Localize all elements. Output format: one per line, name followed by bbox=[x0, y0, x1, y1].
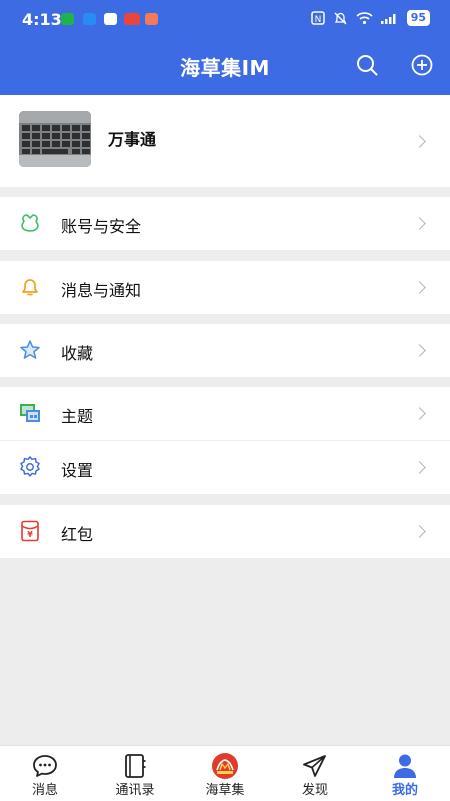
tab-messages[interactable]: 消息 bbox=[0, 746, 90, 801]
app-notification-icon bbox=[124, 13, 140, 25]
tab-me[interactable]: 我的 bbox=[360, 746, 450, 801]
chevron-right-icon bbox=[413, 135, 426, 148]
gear-icon bbox=[20, 456, 40, 477]
tab-label: 通讯录 bbox=[115, 783, 155, 798]
contacts-book-icon bbox=[125, 754, 146, 778]
shield-icon bbox=[21, 214, 39, 232]
theme-icon bbox=[20, 404, 40, 422]
mute-bell-icon bbox=[334, 12, 347, 24]
menu-label: 收藏 bbox=[61, 344, 94, 363]
menu-item-account-security[interactable]: 账号与安全 bbox=[0, 197, 450, 250]
status-bar: 4:13 N 95 bbox=[0, 0, 450, 40]
star-icon bbox=[20, 340, 40, 359]
profile-name: 万事通 bbox=[108, 130, 157, 149]
app-notification-icon bbox=[83, 13, 96, 25]
chevron-right-icon bbox=[413, 525, 426, 538]
svg-text:N: N bbox=[314, 15, 321, 25]
tab-discover[interactable]: 发现 bbox=[270, 746, 360, 801]
menu-label: 主题 bbox=[61, 407, 94, 426]
chevron-right-icon bbox=[413, 344, 426, 357]
red-packet-icon: ¥ bbox=[21, 520, 39, 542]
svg-text:¥: ¥ bbox=[27, 530, 33, 539]
chevron-right-icon bbox=[413, 217, 426, 230]
menu-item-settings[interactable]: 设置 bbox=[0, 441, 450, 494]
chat-bubble-icon bbox=[33, 755, 57, 777]
tab-label: 消息 bbox=[31, 783, 58, 798]
app-notification-icon bbox=[104, 13, 117, 25]
chevron-right-icon bbox=[413, 407, 426, 420]
tab-label: 我的 bbox=[391, 783, 418, 798]
tab-contacts[interactable]: 通讯录 bbox=[90, 746, 180, 801]
page-title: 海草集IM bbox=[180, 56, 270, 80]
signal-icon bbox=[380, 14, 396, 24]
person-icon bbox=[394, 754, 416, 778]
paper-plane-icon bbox=[303, 755, 326, 777]
tab-label: 发现 bbox=[301, 783, 328, 798]
bell-icon bbox=[22, 279, 38, 296]
wechat-notification-icon bbox=[61, 13, 74, 25]
menu-item-red-packet[interactable]: ¥ 红包 bbox=[0, 505, 450, 558]
chevron-right-icon bbox=[413, 281, 426, 294]
search-icon[interactable] bbox=[355, 53, 379, 77]
wifi-icon bbox=[356, 12, 373, 25]
nfc-icon: N bbox=[310, 11, 325, 25]
avatar bbox=[19, 111, 91, 167]
status-time: 4:13 bbox=[22, 10, 62, 29]
tab-label: 海草集 bbox=[205, 783, 245, 798]
menu-label: 消息与通知 bbox=[61, 281, 142, 300]
plus-circle-icon[interactable] bbox=[410, 53, 434, 77]
message-notification-icon bbox=[145, 13, 158, 25]
menu-label: 账号与安全 bbox=[61, 217, 142, 236]
tab-haicaoji[interactable]: 海草集 bbox=[180, 746, 270, 801]
menu-item-favorites[interactable]: 收藏 bbox=[0, 324, 450, 377]
menu-label: 红包 bbox=[61, 525, 94, 544]
profile-card[interactable]: 万事通 bbox=[0, 95, 450, 187]
status-indicators: N 95 bbox=[310, 10, 430, 26]
keyboard-photo bbox=[19, 111, 91, 167]
chevron-right-icon bbox=[413, 461, 426, 474]
app-logo-icon bbox=[212, 753, 238, 779]
battery-indicator: 95 bbox=[406, 10, 430, 26]
menu-item-theme[interactable]: 主题 bbox=[0, 387, 450, 440]
menu-item-notifications[interactable]: 消息与通知 bbox=[0, 261, 450, 314]
bottom-tab-bar: 消息 通讯录 海草集 发现 我的 bbox=[0, 745, 450, 801]
menu-label: 设置 bbox=[61, 461, 94, 480]
app-header: 4:13 N 95 海草集IM bbox=[0, 0, 450, 95]
